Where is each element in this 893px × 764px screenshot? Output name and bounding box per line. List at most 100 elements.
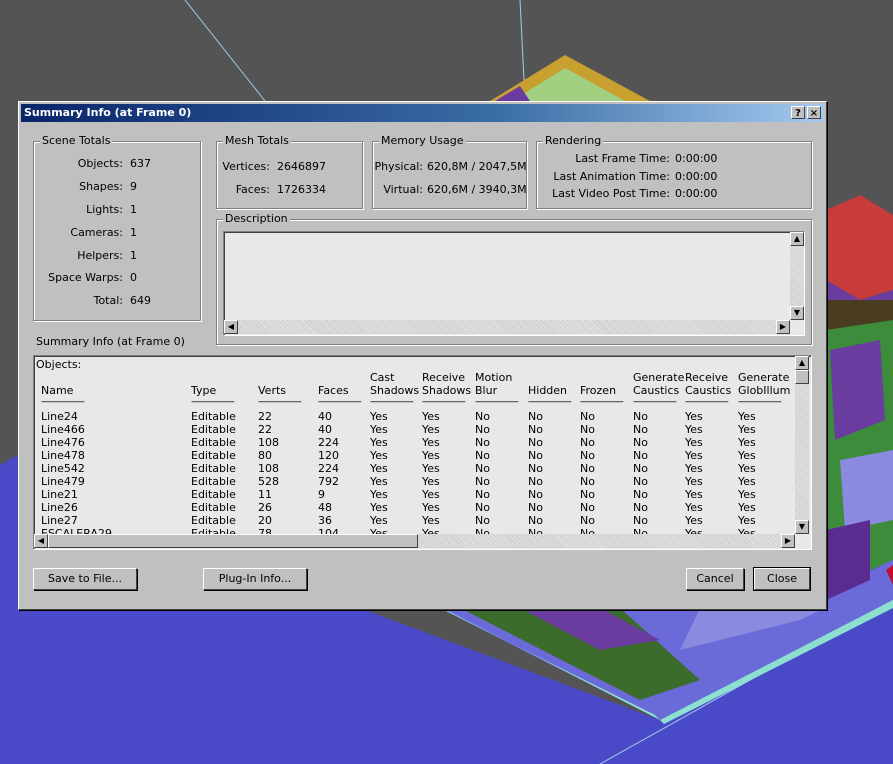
table-cell: Editable — [191, 410, 236, 423]
table-cell: Yes — [738, 514, 756, 527]
column-separator: ------------------- — [370, 397, 414, 407]
column-header-line1: Generate — [738, 371, 790, 384]
close-button[interactable]: Close — [753, 567, 811, 591]
last-video-post-time-value: 0:00:00 — [675, 187, 718, 200]
cancel-button[interactable]: Cancel — [686, 568, 744, 590]
save-to-file-button[interactable]: Save to File... — [33, 568, 137, 590]
objects-scroll-right-button[interactable]: ▶ — [781, 534, 795, 548]
table-cell: 48 — [318, 501, 332, 514]
memory-usage-legend: Memory Usage — [379, 134, 466, 147]
description-scroll-left-button[interactable]: ◀ — [224, 320, 238, 334]
table-cell: Line21 — [41, 488, 78, 501]
table-cell: No — [528, 488, 543, 501]
help-button[interactable]: ? — [791, 106, 805, 119]
table-cell: Yes — [422, 410, 440, 423]
roof-red — [826, 195, 893, 300]
space-warps-value: 0 — [130, 271, 137, 284]
column-header: Type — [191, 384, 217, 397]
objects-vscroll-thumb[interactable] — [795, 370, 809, 384]
table-cell: No — [475, 488, 490, 501]
objects-caption: Objects: — [36, 358, 82, 371]
shapes-label: Shapes: — [79, 180, 123, 193]
faces-label: Faces: — [235, 183, 270, 196]
table-cell: No — [528, 475, 543, 488]
close-icon[interactable]: × — [807, 106, 821, 119]
table-cell: 22 — [258, 423, 272, 436]
table-cell: No — [633, 410, 648, 423]
table-cell: 528 — [258, 475, 279, 488]
table-cell: 11 — [258, 488, 272, 501]
table-cell: Yes — [370, 449, 388, 462]
column-header: Shadows — [422, 384, 472, 397]
column-header: Hidden — [528, 384, 568, 397]
table-cell: No — [528, 423, 543, 436]
space-warps-label: Space Warps: — [48, 271, 123, 284]
table-cell: 224 — [318, 436, 339, 449]
table-cell: No — [475, 462, 490, 475]
table-cell: Yes — [738, 423, 756, 436]
objects-list[interactable]: Objects: Name ------------------- Type -----… — [33, 355, 812, 550]
table-cell: No — [528, 501, 543, 514]
column-header-line1: Cast — [370, 371, 395, 384]
table-cell: Yes — [685, 436, 703, 449]
table-cell: Yes — [685, 501, 703, 514]
description-scroll-down-button[interactable]: ▼ — [790, 306, 804, 320]
total-value: 649 — [130, 294, 151, 307]
table-cell: Line479 — [41, 475, 85, 488]
last-animation-time-label: Last Animation Time: — [553, 170, 670, 183]
table-cell: No — [580, 501, 595, 514]
column-header: Caustics — [685, 384, 732, 397]
table-cell: Yes — [422, 462, 440, 475]
table-cell: 36 — [318, 514, 332, 527]
table-cell: 26 — [258, 501, 272, 514]
table-cell: 22 — [258, 410, 272, 423]
table-cell: 120 — [318, 449, 339, 462]
objects-hscroll-thumb[interactable] — [48, 534, 418, 548]
description-hscroll-track[interactable] — [224, 320, 790, 334]
description-scroll-right-button[interactable]: ▶ — [776, 320, 790, 334]
description-group: Description ▲ ▼ ◀ ▶ — [216, 212, 812, 345]
description-textarea[interactable]: ▲ ▼ ◀ ▶ — [223, 231, 805, 336]
table-cell: No — [580, 475, 595, 488]
table-cell: Yes — [738, 501, 756, 514]
table-cell: No — [633, 514, 648, 527]
column-header-line1: Generate — [633, 371, 685, 384]
description-scroll-up-button[interactable]: ▲ — [790, 232, 804, 246]
table-cell: No — [528, 410, 543, 423]
table-cell: 40 — [318, 410, 332, 423]
column-separator: ------------------- — [738, 397, 782, 407]
table-cell: Yes — [685, 423, 703, 436]
scene-totals-group: Scene Totals Objects: 637 Shapes: 9 Ligh… — [33, 134, 201, 321]
last-animation-time-value: 0:00:00 — [675, 170, 718, 183]
table-cell: No — [580, 449, 595, 462]
table-cell: Yes — [422, 423, 440, 436]
objects-scroll-up-button[interactable]: ▲ — [795, 356, 809, 370]
foliage — [840, 450, 893, 530]
table-cell: No — [580, 514, 595, 527]
table-cell: Line478 — [41, 449, 85, 462]
table-cell: No — [475, 475, 490, 488]
total-label: Total: — [93, 294, 123, 307]
column-header: Shadows — [370, 384, 420, 397]
physical-value: 620,8M / 2047,5M — [427, 160, 527, 173]
objects-scroll-down-button[interactable]: ▼ — [795, 520, 809, 534]
summary-info-dialog: Summary Info (at Frame 0) ? × Scene Tota… — [18, 101, 827, 610]
objects-value: 637 — [130, 157, 151, 170]
table-cell: Line542 — [41, 462, 85, 475]
column-header: Verts — [258, 384, 287, 397]
description-legend: Description — [223, 212, 290, 225]
table-cell: Editable — [191, 514, 236, 527]
cameras-label: Cameras: — [70, 226, 123, 239]
title-bar[interactable]: Summary Info (at Frame 0) ? × — [21, 104, 824, 122]
plugin-info-button[interactable]: Plug-In Info... — [203, 568, 307, 590]
column-separator: ------------------- — [633, 397, 677, 407]
table-cell: Editable — [191, 436, 236, 449]
table-cell: No — [475, 423, 490, 436]
table-cell: Editable — [191, 488, 236, 501]
table-cell: Editable — [191, 449, 236, 462]
table-cell: Yes — [738, 410, 756, 423]
objects-scroll-left-button[interactable]: ◀ — [34, 534, 48, 548]
column-header: GlobIllum — [738, 384, 791, 397]
column-header: Name — [41, 384, 74, 397]
virtual-value: 620,6M / 3940,3M — [427, 183, 527, 196]
